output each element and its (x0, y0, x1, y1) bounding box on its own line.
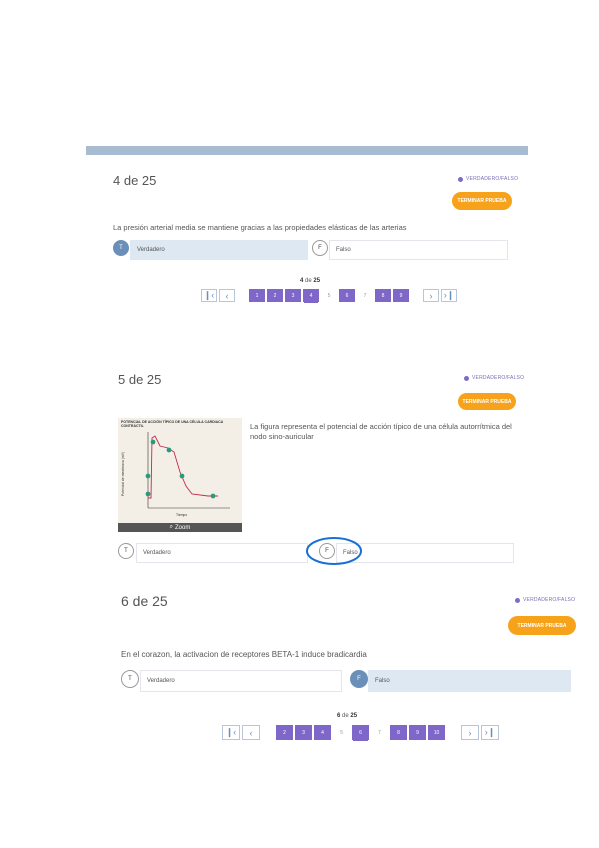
page-number[interactable]: 4 (314, 725, 331, 740)
finish-test-button[interactable]: TERMINAR PRUEBA (508, 616, 576, 635)
option-false[interactable]: F (312, 240, 328, 256)
finish-test-button[interactable]: TERMINAR PRUEBA (452, 192, 512, 210)
annotation-circle (306, 537, 362, 565)
prev-page-icon[interactable]: ‹ (219, 289, 235, 302)
option-label: Falso (336, 247, 351, 253)
page-number[interactable]: 9 (393, 289, 409, 302)
page-number[interactable]: 9 (409, 725, 426, 740)
page-number[interactable]: 2 (267, 289, 283, 302)
question-figure[interactable]: POTENCIAL DE ACCIÓN TÍPICO DE UNA CÉLULA… (118, 418, 242, 532)
page-number[interactable]: 2 (276, 725, 293, 740)
option-badge: T (118, 543, 134, 559)
question-counter: 6 de 25 (121, 593, 168, 609)
page-number-current[interactable]: 6 (352, 725, 369, 740)
last-page-icon[interactable]: ›❙ (441, 289, 457, 302)
pager-info: 6 de 25 (337, 713, 358, 719)
zoom-button[interactable]: ⌕ Zoom (118, 523, 242, 532)
question-counter: 4 de 25 (113, 173, 157, 188)
question-type-tag: VERDADERO/FALSO (464, 375, 524, 381)
action-potential-graph: Potencial de membrana (mV) Tiempo (121, 432, 230, 517)
option-true[interactable]: T (113, 240, 129, 256)
page-number[interactable]: 3 (285, 289, 301, 302)
graph-xlabel: Tiempo (176, 513, 187, 517)
next-page-icon[interactable]: › (423, 289, 439, 302)
option-true-box[interactable]: Verdadero (136, 543, 308, 563)
option-badge: T (113, 240, 129, 256)
pager-info: 4 de 25 (300, 278, 321, 284)
next-page-icon[interactable]: › (461, 725, 479, 740)
option-label: Falso (375, 678, 390, 684)
option-true[interactable]: T (118, 543, 134, 559)
option-label: Verdadero (137, 247, 165, 253)
type-dot-icon (464, 375, 469, 381)
question-text: La figura representa el potencial de acc… (250, 422, 512, 441)
question-type-tag: VERDADERO/FALSO (458, 176, 518, 182)
page-number[interactable]: 10 (428, 725, 445, 740)
finish-test-button[interactable]: TERMINAR PRUEBA (458, 393, 516, 410)
pagination: ❙‹ ‹ 2 3 4 5 6 7 8 9 10 › ›❙ (222, 725, 499, 740)
magnifier-icon: ⌕ (169, 524, 174, 530)
page-number[interactable]: 8 (375, 289, 391, 302)
question-text: En el corazon, la activacion de receptor… (121, 650, 367, 659)
graph-ylabel: Potencial de membrana (mV) (121, 452, 125, 496)
first-page-icon[interactable]: ❙‹ (201, 289, 217, 302)
option-true-box[interactable]: Verdadero (130, 240, 308, 260)
option-badge: T (121, 670, 139, 688)
prev-page-icon[interactable]: ‹ (242, 725, 260, 740)
option-true[interactable]: T (121, 670, 139, 688)
option-false-box[interactable]: Falso (329, 240, 508, 260)
page-number[interactable]: 5 (333, 725, 350, 740)
type-dot-icon (515, 597, 520, 603)
page-number[interactable]: 7 (357, 289, 373, 302)
progress-bar (86, 146, 528, 155)
option-true-box[interactable]: Verdadero (140, 670, 342, 692)
type-dot-icon (458, 176, 463, 182)
option-badge: F (350, 670, 368, 688)
question-text: La presión arterial media se mantiene gr… (113, 223, 407, 232)
page-number-current[interactable]: 4 (303, 289, 319, 302)
question-type-tag: VERDADERO/FALSO (515, 597, 575, 603)
page-number[interactable]: 8 (390, 725, 407, 740)
question-counter: 5 de 25 (118, 372, 162, 387)
page-number[interactable]: 3 (295, 725, 312, 740)
option-badge: F (312, 240, 328, 256)
page-number[interactable]: 5 (321, 289, 337, 302)
page-number[interactable]: 6 (339, 289, 355, 302)
page-number[interactable]: 1 (249, 289, 265, 302)
first-page-icon[interactable]: ❙‹ (222, 725, 240, 740)
page-number[interactable]: 7 (371, 725, 388, 740)
option-label: Verdadero (143, 550, 171, 556)
option-false[interactable]: F (350, 670, 368, 688)
option-label: Verdadero (147, 678, 175, 684)
pagination: ❙‹ ‹ 1 2 3 4 5 6 7 8 9 › ›❙ (201, 289, 457, 302)
last-page-icon[interactable]: ›❙ (481, 725, 499, 740)
option-false-box[interactable]: Falso (368, 670, 571, 692)
